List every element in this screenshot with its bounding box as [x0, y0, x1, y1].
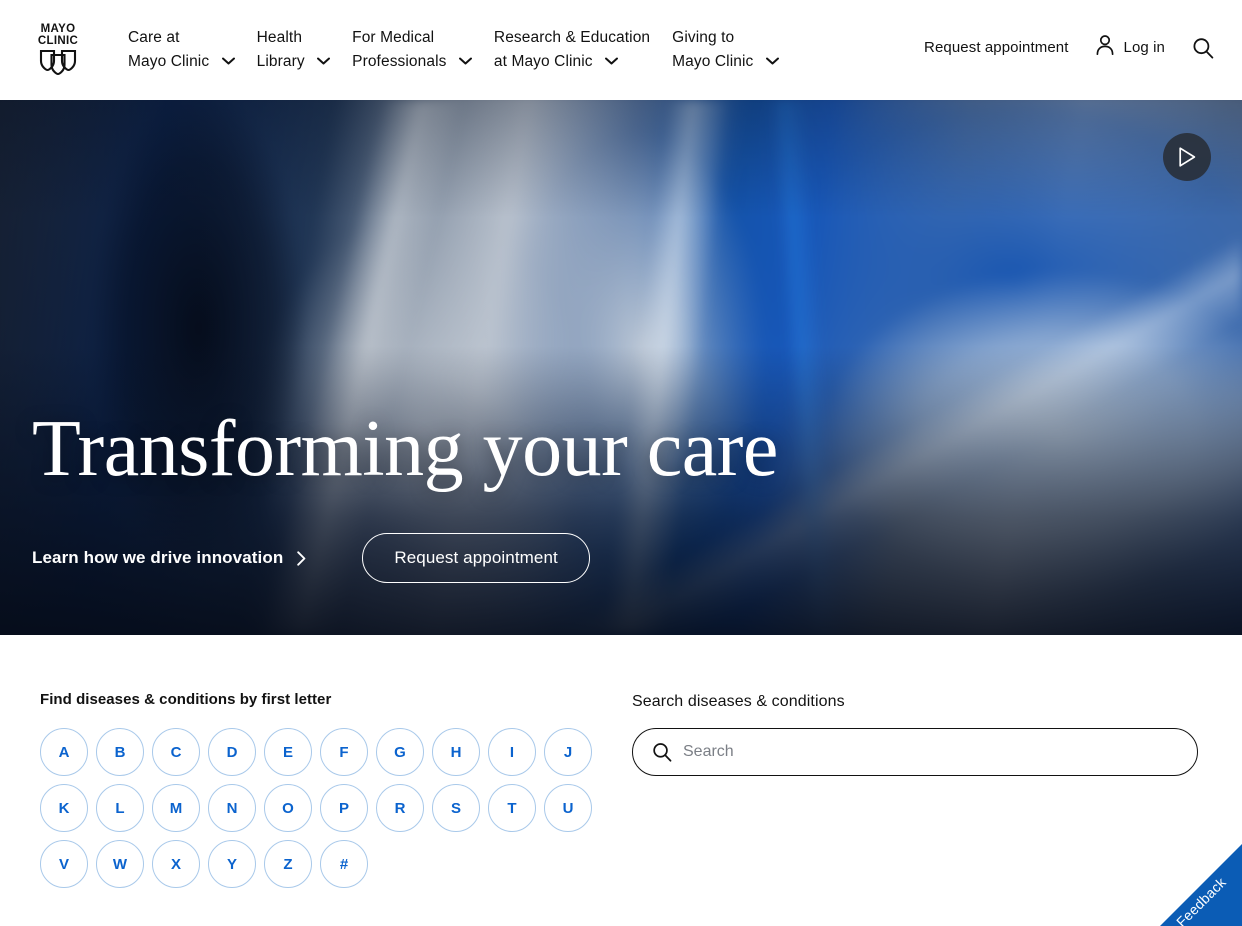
letter-button-b[interactable]: B — [96, 728, 144, 776]
header-utility-nav: Request appointment Log in — [924, 34, 1214, 61]
nav-item-research-education-at-mayo-clinic[interactable]: Research & Education at Mayo Clinic — [494, 26, 650, 74]
nav-item-line2: Professionals — [352, 53, 447, 70]
letter-button-z[interactable]: Z — [264, 840, 312, 888]
nav-item-line1: Care at — [128, 29, 180, 46]
letter-button-p[interactable]: P — [320, 784, 368, 832]
chevron-down-icon — [317, 57, 331, 65]
request-appointment-link[interactable]: Request appointment — [924, 39, 1069, 56]
hero-learn-more-link[interactable]: Learn how we drive innovation — [32, 548, 312, 568]
hero-actions: Learn how we drive innovation Request ap… — [32, 533, 778, 583]
chevron-down-icon — [605, 57, 619, 65]
hero-request-appointment-button[interactable]: Request appointment — [362, 533, 590, 583]
letter-button-k[interactable]: K — [40, 784, 88, 832]
letter-finder-column: Find diseases & conditions by first lett… — [40, 691, 600, 888]
letter-button-y[interactable]: Y — [208, 840, 256, 888]
chevron-down-icon — [221, 57, 235, 65]
letter-button-a[interactable]: A — [40, 728, 88, 776]
nav-item-line2: at Mayo Clinic — [493, 53, 593, 70]
letter-button-g[interactable]: G — [376, 728, 424, 776]
chevron-down-icon — [458, 57, 472, 65]
letter-button-c[interactable]: C — [152, 728, 200, 776]
letter-button-f[interactable]: F — [320, 728, 368, 776]
letter-button-s[interactable]: S — [432, 784, 480, 832]
letter-button-w[interactable]: W — [96, 840, 144, 888]
hero-content: Transforming your care Learn how we driv… — [32, 409, 778, 583]
person-icon — [1095, 34, 1115, 61]
letter-button-l[interactable]: L — [96, 784, 144, 832]
letter-button-r[interactable]: R — [376, 784, 424, 832]
nav-item-for-medical-professionals[interactable]: For Medical Professionals — [352, 26, 472, 74]
search-icon — [1193, 37, 1214, 58]
letter-button-hash[interactable]: # — [320, 840, 368, 888]
search-icon[interactable] — [652, 742, 672, 762]
search-input[interactable] — [633, 729, 1197, 775]
letter-button-x[interactable]: X — [152, 840, 200, 888]
nav-item-giving-to-mayo-clinic[interactable]: Giving to Mayo Clinic — [672, 26, 779, 74]
nav-item-line2: Library — [256, 53, 305, 70]
hero-title: Transforming your care — [32, 405, 778, 493]
nav-item-care-at-mayo-clinic[interactable]: Care at Mayo Clinic — [128, 26, 235, 74]
hero-play-video-button[interactable] — [1163, 133, 1211, 181]
nav-item-line1: For Medical — [352, 29, 435, 46]
log-in-button[interactable]: Log in — [1095, 34, 1165, 61]
hero-banner: Transforming your care Learn how we driv… — [0, 100, 1242, 635]
nav-item-health-library[interactable]: Health Library — [257, 26, 331, 74]
letter-button-u[interactable]: U — [544, 784, 592, 832]
header-search-button[interactable] — [1192, 37, 1214, 59]
site-header: MAYO CLINIC Care at Mayo Clinic Health L… — [0, 0, 1242, 100]
play-icon — [1179, 147, 1196, 167]
letter-button-m[interactable]: M — [152, 784, 200, 832]
letter-button-h[interactable]: H — [432, 728, 480, 776]
letter-button-i[interactable]: I — [488, 728, 536, 776]
nav-item-line2: Mayo Clinic — [128, 53, 210, 70]
main-navigation: Care at Mayo Clinic Health Library For M… — [128, 26, 801, 74]
letter-button-j[interactable]: J — [544, 728, 592, 776]
hero-learn-more-label: Learn how we drive innovation — [32, 548, 284, 567]
search-box[interactable] — [632, 728, 1198, 776]
mayo-clinic-logo-icon: MAYO CLINIC — [38, 23, 78, 76]
letter-button-n[interactable]: N — [208, 784, 256, 832]
svg-text:MAYO: MAYO — [41, 23, 76, 35]
letter-button-t[interactable]: T — [488, 784, 536, 832]
nav-item-line1: Research & Education — [493, 29, 651, 46]
letter-button-e[interactable]: E — [264, 728, 312, 776]
nav-item-line2: Mayo Clinic — [672, 53, 754, 70]
letter-button-v[interactable]: V — [40, 840, 88, 888]
nav-item-line1: Health — [256, 29, 303, 46]
letter-button-d[interactable]: D — [208, 728, 256, 776]
diseases-conditions-finder: Find diseases & conditions by first lett… — [0, 635, 1242, 926]
mayo-clinic-logo[interactable]: MAYO CLINIC — [36, 20, 80, 76]
log-in-label: Log in — [1123, 39, 1165, 56]
chevron-right-icon — [297, 550, 306, 566]
letter-grid: A B C D E F G H I J K L M N O P R S T U … — [40, 728, 608, 888]
letter-finder-heading: Find diseases & conditions by first lett… — [40, 691, 332, 708]
search-heading: Search diseases & conditions — [632, 693, 845, 710]
feedback-tab[interactable]: Feedback — [1160, 844, 1242, 926]
letter-button-o[interactable]: O — [264, 784, 312, 832]
nav-item-line1: Giving to — [672, 29, 735, 46]
page-root: MAYO CLINIC Care at Mayo Clinic Health L… — [0, 0, 1242, 926]
search-column: Search diseases & conditions — [632, 693, 1200, 776]
svg-text:CLINIC: CLINIC — [38, 35, 78, 47]
chevron-down-icon — [765, 57, 779, 65]
feedback-triangle-shape — [1160, 844, 1242, 926]
